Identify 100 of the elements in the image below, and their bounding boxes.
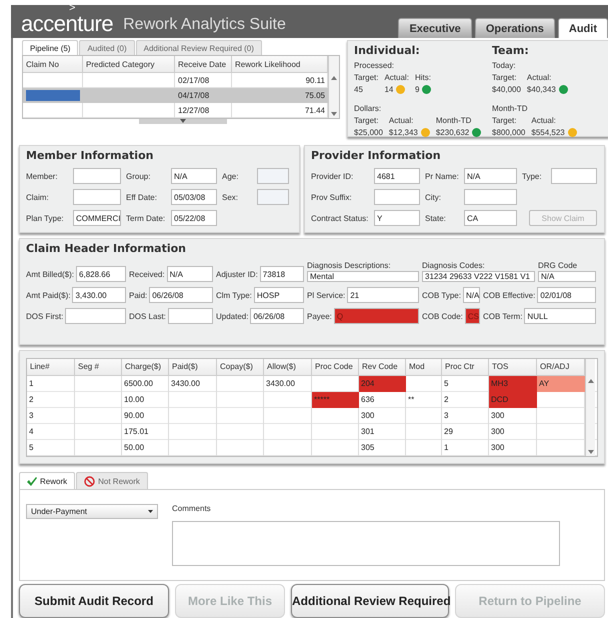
input-field[interactable]: N/A bbox=[166, 266, 213, 282]
nav-tab[interactable]: Executive bbox=[398, 18, 472, 38]
prohibited-icon bbox=[84, 476, 96, 486]
table-cell-text: 12/27/08 bbox=[177, 105, 210, 117]
scroll-down-icon[interactable] bbox=[588, 450, 594, 454]
input-field[interactable]: CA bbox=[464, 210, 517, 226]
splitter-handle[interactable] bbox=[139, 119, 227, 124]
table-cell: AY bbox=[537, 376, 585, 392]
field-label: State: bbox=[425, 214, 447, 222]
column-header[interactable]: TOS bbox=[489, 358, 537, 374]
metrics-title: Team: bbox=[492, 44, 530, 57]
input-field[interactable]: 02/01/08 bbox=[537, 287, 596, 303]
column-header[interactable]: Mod bbox=[406, 358, 442, 374]
field-label: Member: bbox=[26, 172, 59, 180]
column-header[interactable]: Copay($) bbox=[217, 358, 264, 374]
scroll-up-icon[interactable] bbox=[588, 378, 594, 382]
input-field[interactable] bbox=[464, 189, 517, 205]
field-label: Diagnosis Descriptions: bbox=[307, 261, 392, 270]
table-cell-text: 3 bbox=[443, 410, 450, 422]
input-field[interactable]: 06/26/08 bbox=[250, 308, 304, 324]
table-cell: DCD bbox=[489, 392, 537, 408]
scrollbar[interactable] bbox=[585, 358, 595, 456]
field-label: Term Date: bbox=[126, 214, 166, 222]
input-field[interactable]: COMMERCI bbox=[73, 210, 121, 226]
input-field[interactable]: 3,430.00 bbox=[72, 287, 126, 303]
field-label: Clm Type: bbox=[216, 290, 252, 300]
input-field[interactable]: 05/22/08 bbox=[171, 210, 217, 226]
input-field[interactable]: 6,828.66 bbox=[76, 266, 126, 282]
column-header[interactable]: Paid($) bbox=[169, 358, 217, 374]
pipeline-tab[interactable]: Audited (0) bbox=[79, 40, 135, 55]
scroll-down-icon[interactable] bbox=[331, 112, 337, 116]
field-label: DOS Last: bbox=[129, 312, 166, 320]
decision-tab[interactable]: Rework bbox=[19, 472, 76, 489]
input-field[interactable]: 4681 bbox=[374, 168, 420, 184]
column-header[interactable]: Claim No bbox=[23, 56, 83, 72]
table-row[interactable]: 04/17/08 75.05 bbox=[23, 88, 328, 103]
metric-value: $554,523 bbox=[531, 128, 565, 137]
logo-mark: > bbox=[69, 4, 76, 13]
pipeline-tab[interactable]: Pipeline (5) bbox=[22, 40, 78, 55]
table-cell-text: ** bbox=[407, 394, 416, 406]
column-header[interactable]: Rev Code bbox=[359, 358, 406, 374]
decision-tab[interactable]: Not Rework bbox=[76, 472, 148, 489]
comments-label: Comments bbox=[172, 504, 212, 513]
category-dropdown[interactable]: Under-Payment bbox=[26, 504, 158, 519]
input-field[interactable] bbox=[374, 189, 420, 205]
action-button[interactable]: Submit Audit Record bbox=[19, 584, 169, 618]
field-label: Pl Service: bbox=[307, 290, 346, 300]
input-field[interactable]: 73818 bbox=[260, 266, 304, 282]
field-label: Provider ID: bbox=[311, 172, 354, 180]
table-cell-text: 75.05 bbox=[304, 90, 326, 102]
field-label: Sex: bbox=[222, 192, 240, 202]
input-field[interactable]: 31234 29633 V222 V1581 V1 bbox=[422, 271, 535, 282]
input-field[interactable]: N/A bbox=[462, 287, 480, 303]
metric-value: 45 bbox=[354, 85, 363, 94]
input-field[interactable]: N/A bbox=[171, 168, 217, 184]
nav-tab[interactable]: Audit bbox=[558, 18, 608, 38]
metric-group-label: Today: bbox=[492, 61, 517, 70]
column-header[interactable]: Allow($) bbox=[264, 358, 312, 374]
input-field[interactable] bbox=[73, 189, 121, 205]
input-field[interactable]: 06/26/08 bbox=[149, 287, 213, 303]
input-field[interactable]: 21 bbox=[347, 287, 419, 303]
column-header[interactable]: Line# bbox=[27, 358, 75, 374]
column-header[interactable]: Proc Code bbox=[312, 358, 359, 374]
scrollbar[interactable] bbox=[328, 56, 339, 118]
input-field[interactable] bbox=[73, 168, 121, 184]
input-field[interactable]: Y bbox=[374, 210, 420, 226]
input-field[interactable]: HOSP bbox=[254, 287, 304, 303]
column-header[interactable]: Predicted Category bbox=[83, 56, 175, 72]
metric-label: Month-TD bbox=[436, 116, 472, 125]
column-header[interactable]: Proc Ctr bbox=[442, 358, 489, 374]
input-field[interactable]: 05/03/08 bbox=[171, 189, 217, 205]
input-field[interactable] bbox=[168, 308, 213, 324]
field-label: Adjuster ID: bbox=[216, 270, 258, 278]
input-field[interactable]: NULL bbox=[524, 308, 596, 324]
metric-value: 9 bbox=[414, 85, 420, 94]
table-row[interactable]: 12/27/08 71.44 bbox=[23, 103, 328, 118]
table-cell-text: 10.00 bbox=[123, 394, 146, 406]
table-cell-text: 300 bbox=[360, 410, 376, 422]
nav-tab[interactable]: Operations bbox=[474, 18, 555, 38]
input-field[interactable]: N/A bbox=[464, 168, 517, 184]
scroll-up-icon[interactable] bbox=[331, 76, 337, 80]
field-label: COB Term: bbox=[483, 312, 522, 320]
field-label: Age: bbox=[222, 172, 240, 180]
table-cell-text: 04/17/08 bbox=[177, 90, 210, 102]
table-cell: MH3 bbox=[489, 376, 537, 392]
caret-icon bbox=[148, 510, 153, 513]
column-header[interactable]: Seg # bbox=[75, 358, 122, 374]
column-header[interactable]: Charge($) bbox=[122, 358, 169, 374]
input-field[interactable]: Mental bbox=[307, 271, 419, 282]
input-field[interactable]: N/A bbox=[538, 271, 596, 282]
table-cell-text: 3430.00 bbox=[265, 378, 296, 390]
input-field[interactable] bbox=[551, 168, 597, 184]
metric-group-label: Processed: bbox=[354, 61, 396, 70]
table-row[interactable]: 02/17/08 90.11 bbox=[23, 73, 328, 88]
pipeline-tab[interactable]: Additional Review Required (0) bbox=[136, 40, 262, 55]
action-button[interactable]: Additional Review Required bbox=[291, 584, 449, 618]
comments-field[interactable] bbox=[172, 521, 560, 566]
column-header[interactable]: Receive Date bbox=[175, 56, 232, 72]
field-label: Prov Suffix: bbox=[311, 192, 353, 202]
input-field[interactable] bbox=[65, 308, 126, 324]
